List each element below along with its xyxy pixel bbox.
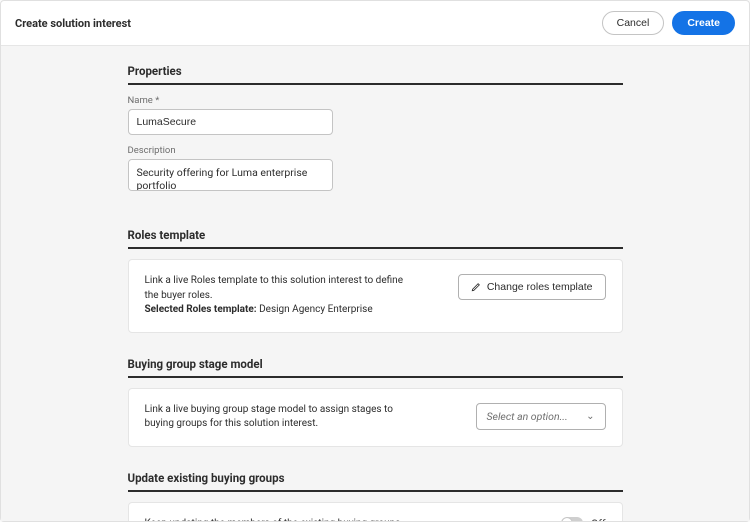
roles-card: Link a live Roles template to this solut… — [128, 259, 623, 333]
dialog-body: Properties Name * Description Roles temp… — [1, 46, 749, 521]
update-card: Keep updating the members of the existin… — [128, 502, 623, 522]
description-textarea[interactable] — [128, 159, 333, 191]
toggle-knob — [562, 518, 572, 521]
stage-card: Link a live buying group stage model to … — [128, 388, 623, 447]
name-label: Name * — [128, 95, 623, 106]
header-actions: Cancel Create — [602, 11, 735, 35]
update-desc: Keep updating the members of the existin… — [145, 517, 405, 522]
content-column: Properties Name * Description Roles temp… — [128, 64, 623, 521]
required-asterisk: * — [155, 95, 159, 106]
cancel-button[interactable]: Cancel — [602, 11, 665, 35]
description-field-group: Description — [128, 145, 623, 194]
roles-selected-label: Selected Roles template: — [145, 304, 257, 315]
update-section-title: Update existing buying groups — [128, 471, 623, 492]
stage-model-select[interactable]: Select an option... ⌄ — [476, 403, 606, 430]
create-button[interactable]: Create — [672, 11, 735, 35]
roles-desc: Link a live Roles template to this solut… — [145, 275, 404, 301]
update-toggle-row: Off — [561, 517, 606, 522]
name-label-text: Name — [128, 95, 153, 106]
create-solution-interest-dialog: Create solution interest Cancel Create P… — [0, 0, 750, 522]
dialog-header: Create solution interest Cancel Create — [1, 1, 749, 46]
change-roles-label: Change roles template — [487, 281, 593, 293]
pencil-icon — [471, 282, 481, 292]
stage-desc: Link a live buying group stage model to … — [145, 403, 405, 432]
stage-section-title: Buying group stage model — [128, 357, 623, 378]
name-input[interactable] — [128, 109, 333, 135]
toggle-state-label: Off — [591, 517, 606, 522]
roles-section-title: Roles template — [128, 228, 623, 249]
name-field-group: Name * — [128, 95, 623, 135]
stage-select-placeholder: Select an option... — [487, 410, 568, 423]
description-label: Description — [128, 145, 623, 156]
roles-card-text: Link a live Roles template to this solut… — [145, 274, 405, 318]
chevron-down-icon: ⌄ — [586, 411, 594, 422]
dialog-title: Create solution interest — [15, 17, 131, 30]
roles-selected-value-text: Design Agency Enterprise — [259, 304, 373, 315]
change-roles-template-button[interactable]: Change roles template — [458, 274, 606, 300]
auto-update-toggle[interactable] — [561, 517, 583, 521]
properties-section-title: Properties — [128, 64, 623, 85]
